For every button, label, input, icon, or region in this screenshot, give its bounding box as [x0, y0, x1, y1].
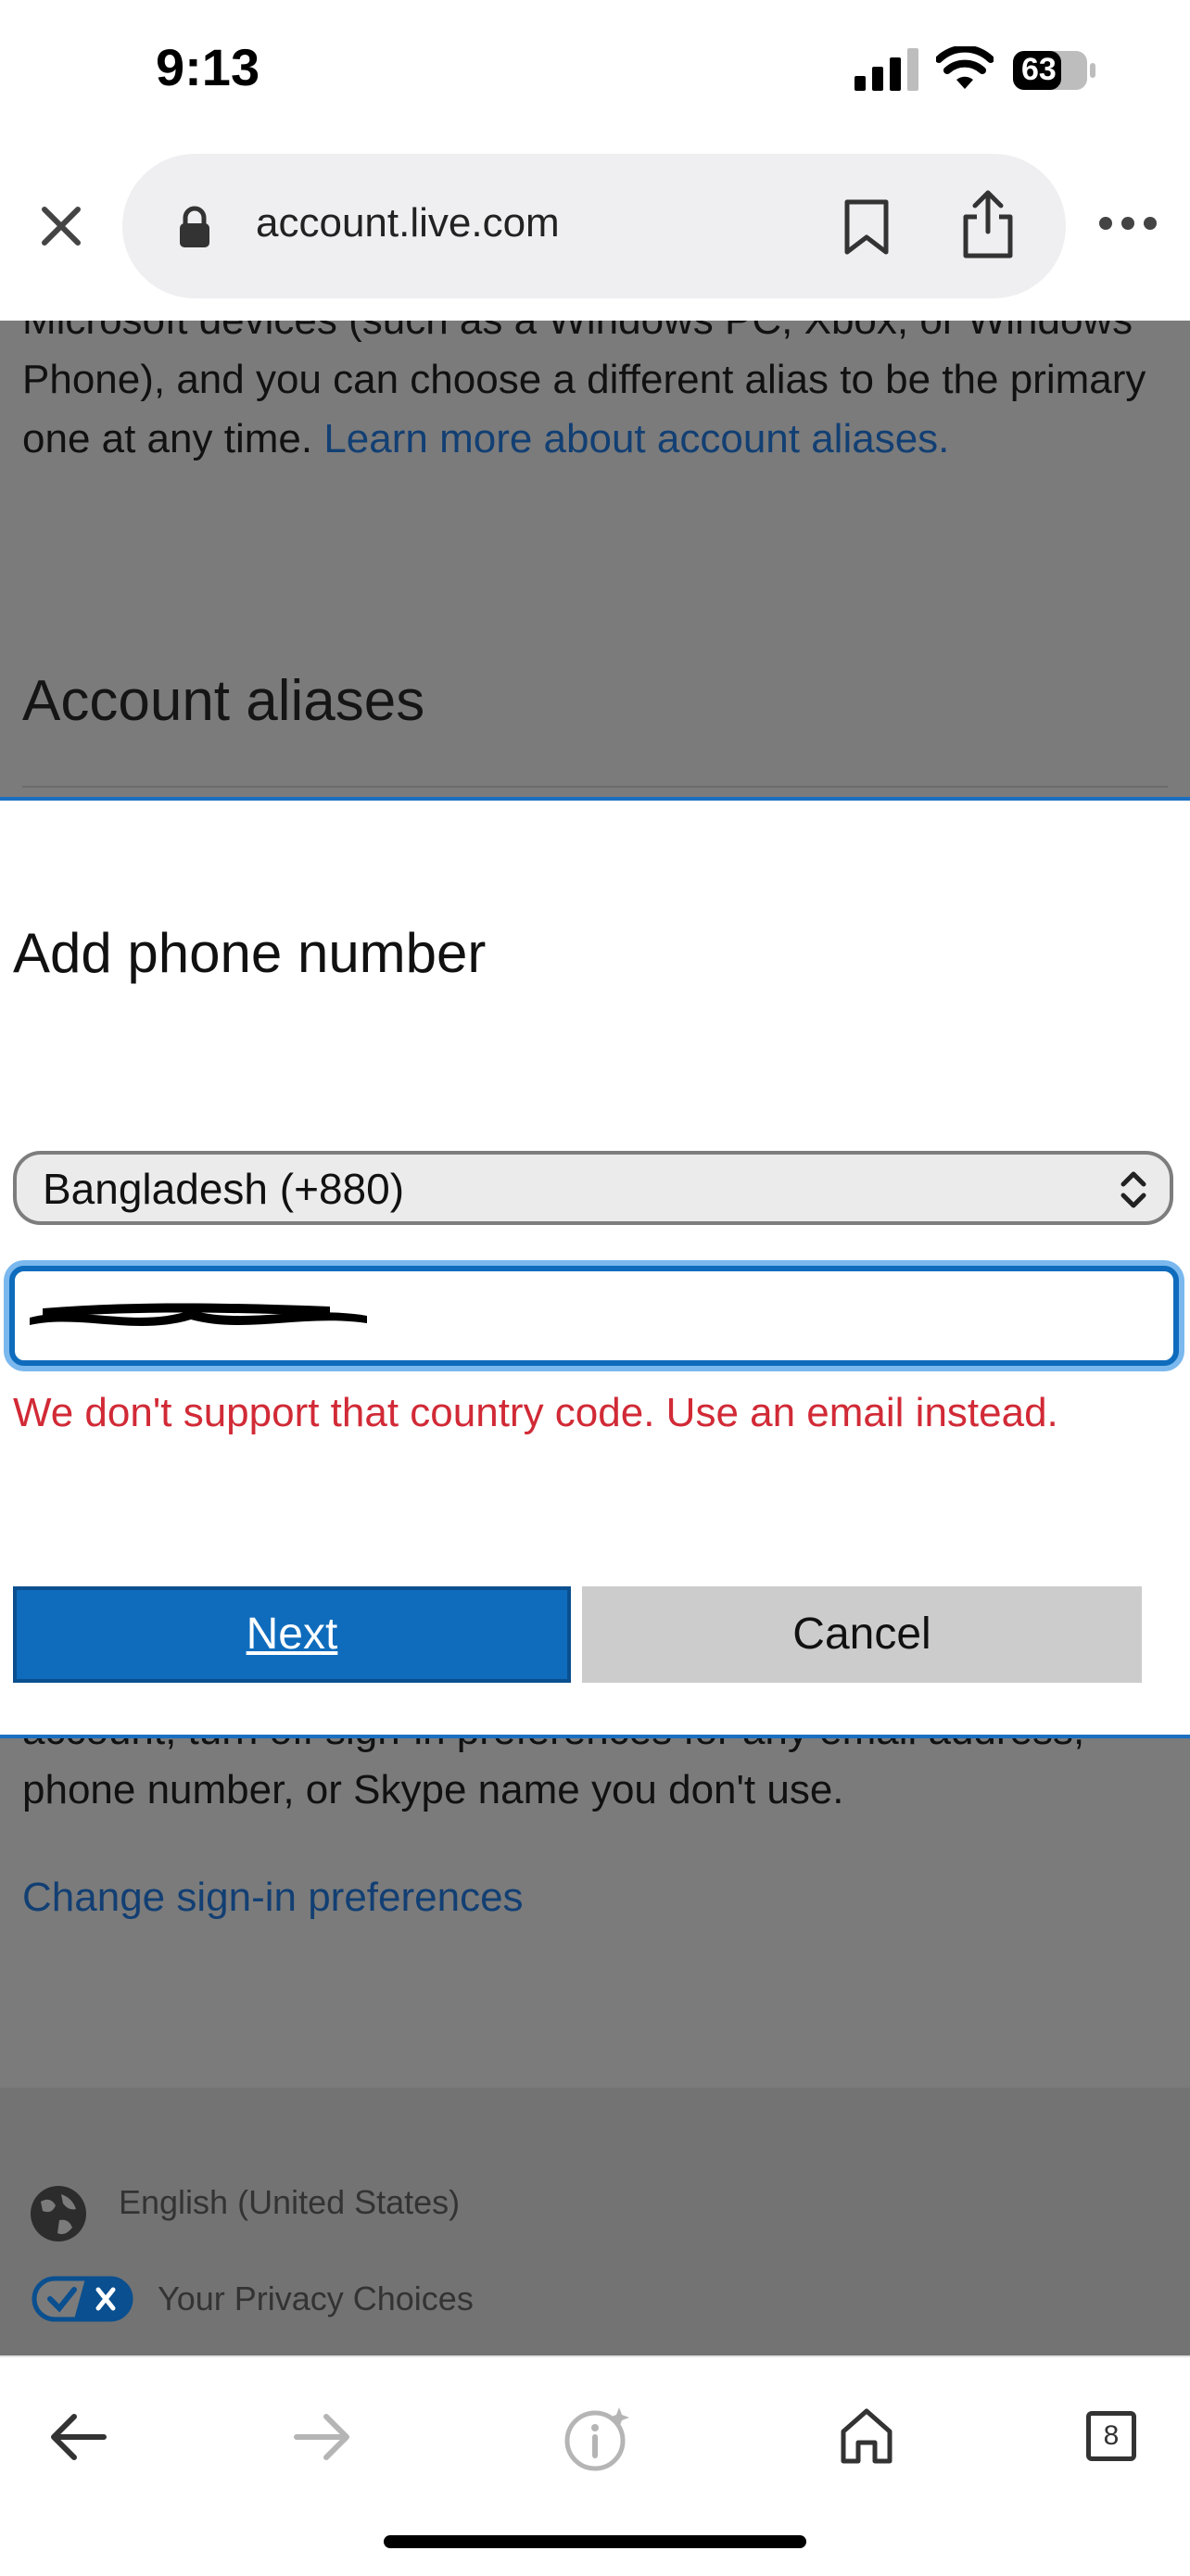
lock-icon [180, 206, 209, 247]
bookmark-icon[interactable] [842, 198, 892, 256]
divider [22, 786, 1168, 788]
status-time: 9:13 [156, 38, 260, 96]
back-arrow-icon[interactable] [46, 2411, 109, 2463]
wifi-icon [936, 46, 994, 89]
learn-more-link[interactable]: Learn more about account aliases. [323, 416, 949, 461]
add-phone-dialog: Add phone number Bangladesh (+880) We do… [0, 797, 1190, 1738]
phone-number-input[interactable] [9, 1266, 1179, 1366]
cancel-button[interactable]: Cancel [582, 1586, 1142, 1683]
battery-level: 63 [1021, 52, 1057, 87]
home-icon[interactable] [838, 2406, 895, 2467]
next-button[interactable]: Next [13, 1586, 571, 1683]
redacted-phone-value [30, 1303, 367, 1326]
country-code-select[interactable]: Bangladesh (+880) [13, 1151, 1173, 1225]
globe-icon [31, 2186, 86, 2241]
signal-icon [855, 48, 918, 91]
intro-paragraph: Microsoft devices (such as a Windows PC,… [22, 321, 1162, 469]
battery-icon: 63 [1012, 50, 1097, 91]
dialog-title: Add phone number [13, 922, 487, 984]
privacy-choices-icon [32, 2276, 133, 2322]
tabs-count-button[interactable]: 8 [1086, 2411, 1136, 2461]
more-icon[interactable] [1097, 209, 1158, 237]
chevron-up-down-icon [1120, 1171, 1146, 1208]
privacy-choices-link[interactable]: Your Privacy Choices [158, 2279, 474, 2318]
language-selector[interactable]: English (United States) [119, 2183, 460, 2222]
url-text[interactable]: account.live.com [256, 200, 560, 246]
change-sign-in-link[interactable]: Change sign-in preferences [22, 1868, 1162, 1927]
share-icon[interactable] [960, 189, 1016, 259]
country-selected-value: Bangladesh (+880) [43, 1165, 405, 1213]
page-info-icon[interactable] [562, 2404, 632, 2474]
aliases-heading: Account aliases [22, 669, 425, 733]
home-indicator [384, 2535, 806, 2548]
forward-arrow-icon[interactable] [291, 2411, 354, 2463]
close-icon[interactable] [28, 193, 95, 259]
error-message: We don't support that country code. Use … [13, 1390, 1058, 1435]
